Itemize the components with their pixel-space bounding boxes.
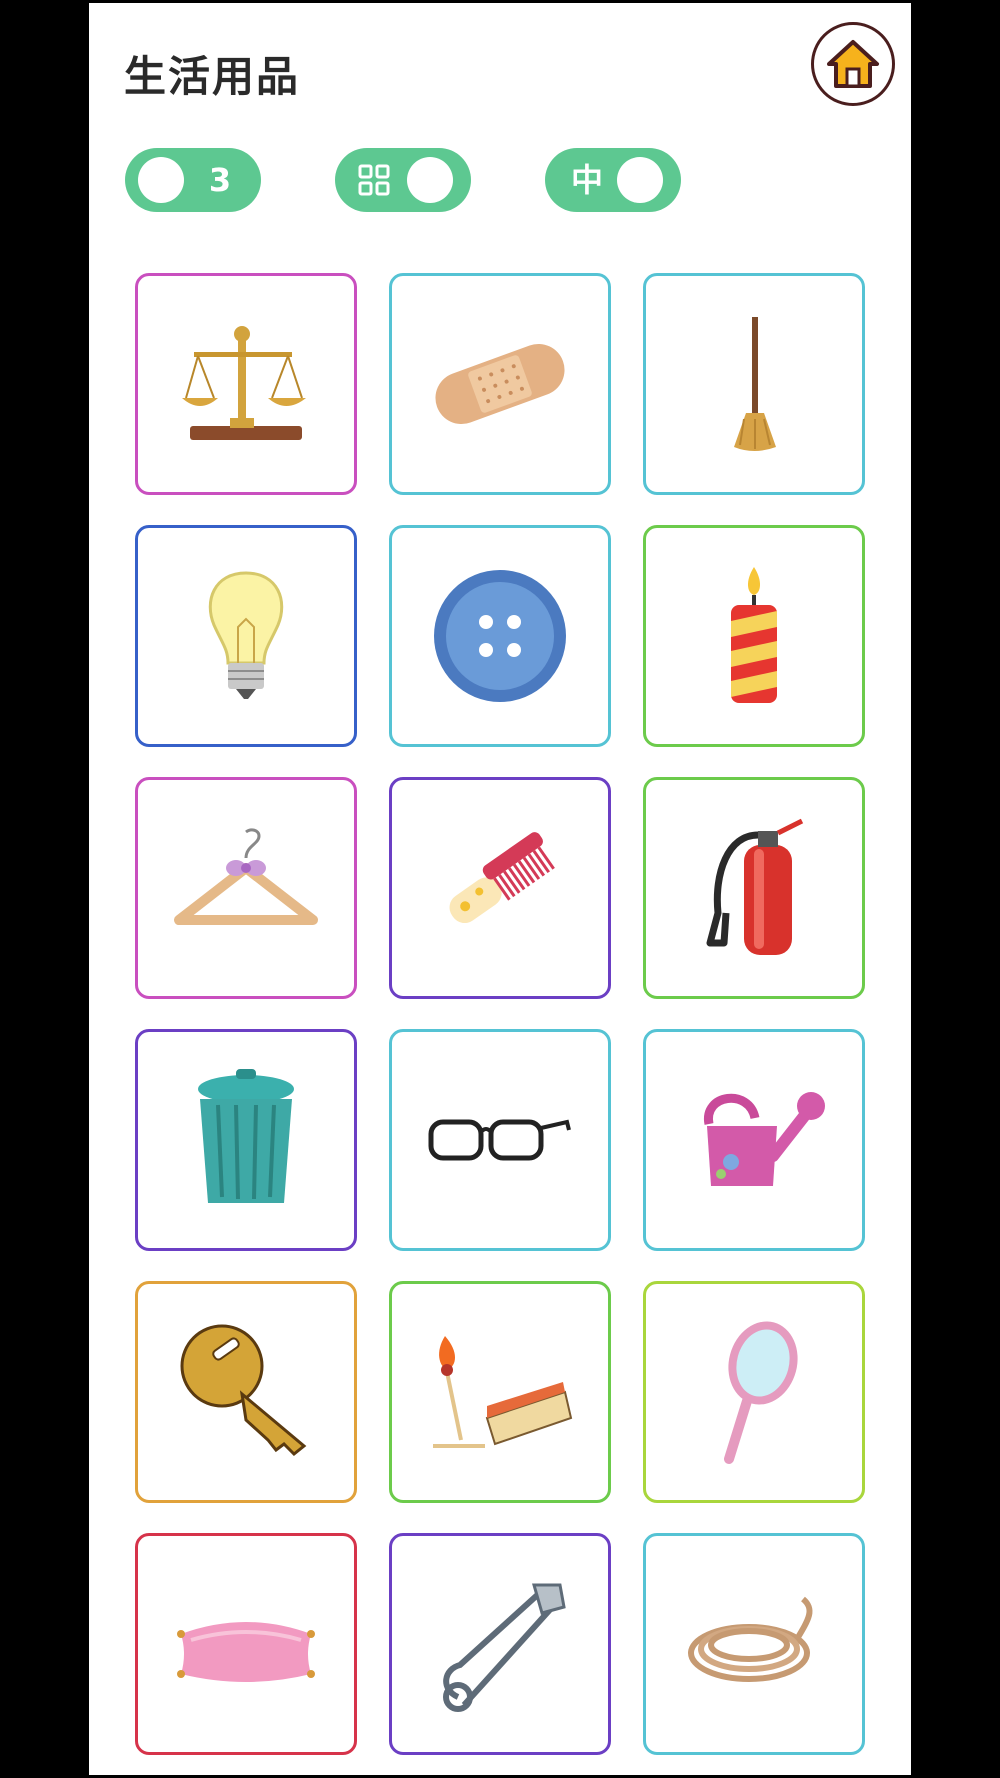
toggle-knob xyxy=(617,157,663,203)
count-toggle[interactable]: 3 xyxy=(125,148,261,212)
card-rope[interactable] xyxy=(643,1533,865,1755)
matches-icon xyxy=(433,1336,573,1448)
layout-toggle[interactable] xyxy=(335,148,471,212)
fire-extinguisher-icon xyxy=(706,818,804,955)
toggle-knob xyxy=(407,157,453,203)
balance-scale-icon xyxy=(182,326,306,440)
card-watering-can[interactable] xyxy=(643,1029,865,1251)
card-trash-can[interactable] xyxy=(135,1029,357,1251)
language-label: 中 xyxy=(570,161,603,199)
card-glasses[interactable] xyxy=(389,1029,611,1251)
count-label: 3 xyxy=(208,161,232,199)
hand-mirror-icon xyxy=(724,1321,798,1464)
pillow-icon xyxy=(177,1622,315,1682)
candle-icon xyxy=(731,567,777,703)
rope-icon xyxy=(688,1596,813,1682)
language-toggle[interactable]: 中 xyxy=(545,148,681,212)
watering-can-icon xyxy=(704,1092,825,1186)
broom-icon xyxy=(734,317,776,451)
glasses-icon xyxy=(428,1119,571,1161)
card-comb[interactable] xyxy=(389,777,611,999)
page-title: 生活用品 xyxy=(124,52,301,101)
card-balance-scale[interactable] xyxy=(135,273,357,495)
button-icon xyxy=(434,570,566,702)
card-key[interactable] xyxy=(135,1281,357,1503)
card-light-bulb[interactable] xyxy=(135,525,357,747)
card-fire-extinguisher[interactable] xyxy=(643,777,865,999)
light-bulb-icon xyxy=(208,571,284,699)
card-broom[interactable] xyxy=(643,273,865,495)
key-icon xyxy=(180,1324,307,1457)
card-hand-mirror[interactable] xyxy=(643,1281,865,1503)
bandage-icon xyxy=(435,343,565,425)
settings-toggles: 3 中 xyxy=(89,148,911,214)
card-hanger[interactable] xyxy=(135,777,357,999)
hanger-icon xyxy=(174,828,318,925)
app-screen: 生活用品 3 中 xyxy=(89,3,911,1775)
card-safety-pin[interactable] xyxy=(389,1533,611,1755)
grid-icon xyxy=(358,164,390,196)
card-button[interactable] xyxy=(389,525,611,747)
card-pillow[interactable] xyxy=(135,1533,357,1755)
trash-can-icon xyxy=(198,1069,294,1203)
toggle-knob xyxy=(138,157,184,203)
card-matches[interactable] xyxy=(389,1281,611,1503)
card-bandage[interactable] xyxy=(389,273,611,495)
header-bar: 生活用品 xyxy=(89,3,911,123)
safety-pin-icon xyxy=(443,1583,566,1712)
home-icon xyxy=(827,40,879,88)
card-candle[interactable] xyxy=(643,525,865,747)
comb-icon xyxy=(449,832,555,924)
home-button[interactable] xyxy=(811,22,895,106)
